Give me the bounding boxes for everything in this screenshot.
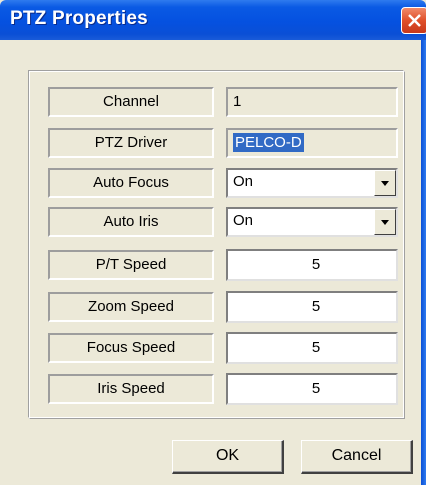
- cancel-button[interactable]: Cancel: [301, 440, 413, 474]
- focus-speed-input[interactable]: 5: [226, 332, 398, 364]
- zoom-speed-label: Zoom Speed: [48, 292, 214, 322]
- close-button[interactable]: [401, 7, 426, 34]
- pt-speed-label: P/T Speed: [48, 250, 214, 280]
- window-border: [421, 40, 426, 485]
- pt-speed-input[interactable]: 5: [226, 249, 398, 281]
- ptz-driver-value: PELCO-D: [233, 133, 304, 152]
- auto-focus-label: Auto Focus: [48, 168, 214, 198]
- title-bar[interactable]: PTZ Properties: [0, 0, 426, 40]
- close-icon: [408, 14, 421, 27]
- focus-speed-label: Focus Speed: [48, 333, 214, 363]
- properties-group-box: [28, 70, 405, 419]
- iris-speed-input[interactable]: 5: [226, 373, 398, 405]
- channel-label: Channel: [48, 87, 214, 117]
- auto-iris-select[interactable]: On: [226, 207, 398, 237]
- ok-button[interactable]: OK: [172, 440, 284, 474]
- ptz-driver-label: PTZ Driver: [48, 128, 214, 158]
- iris-speed-label: Iris Speed: [48, 374, 214, 404]
- ptz-properties-dialog: PTZ Properties Channel 1 PTZ Driver PELC…: [0, 0, 426, 485]
- ptz-driver-field[interactable]: PELCO-D: [226, 128, 398, 158]
- auto-iris-label: Auto Iris: [48, 207, 214, 237]
- dialog-title: PTZ Properties: [10, 8, 148, 29]
- channel-value: 1: [226, 87, 398, 117]
- auto-focus-dropdown-button[interactable]: [374, 170, 396, 196]
- auto-focus-select[interactable]: On: [226, 168, 398, 198]
- auto-focus-value: On: [233, 173, 254, 190]
- chevron-down-icon: [381, 220, 389, 225]
- auto-iris-dropdown-button[interactable]: [374, 209, 396, 235]
- zoom-speed-input[interactable]: 5: [226, 291, 398, 323]
- auto-iris-value: On: [233, 212, 254, 229]
- chevron-down-icon: [381, 181, 389, 186]
